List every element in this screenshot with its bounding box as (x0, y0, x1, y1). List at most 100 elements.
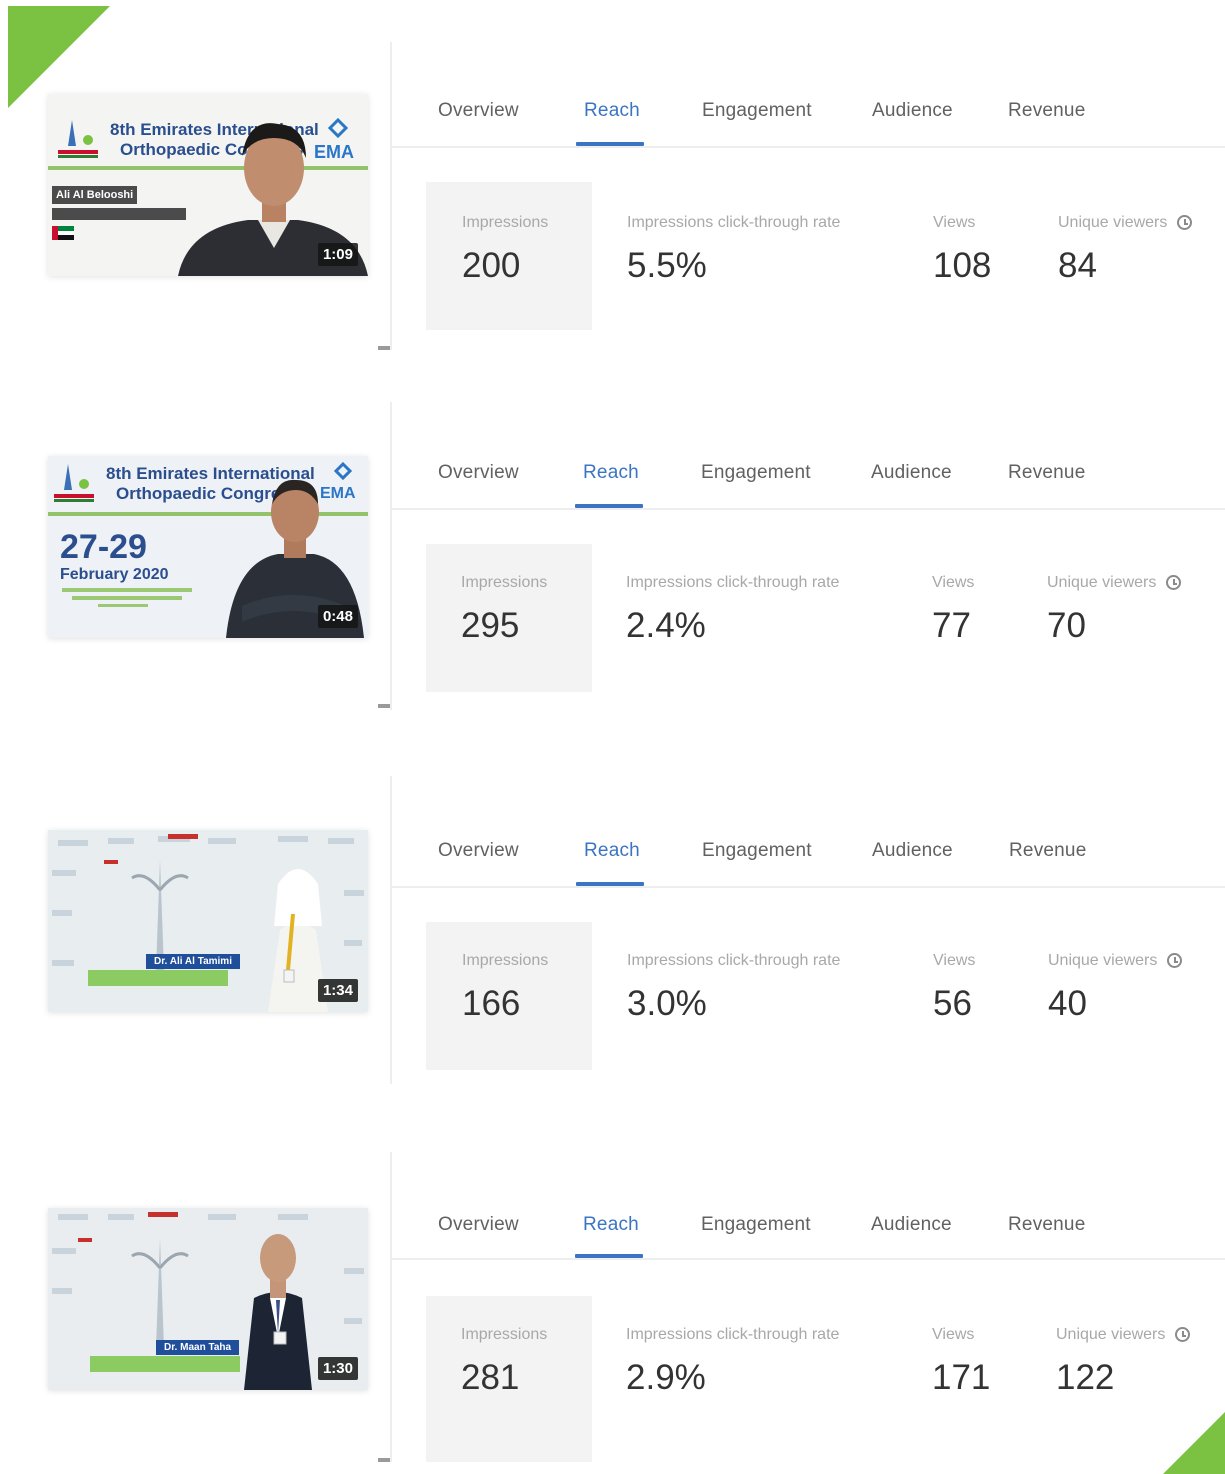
video-duration-badge: 0:48 (317, 605, 358, 628)
metric-value: 122 (1056, 1358, 1115, 1397)
metric-value: 2.9% (626, 1358, 706, 1397)
metric-label: Impressions click-through rate (626, 574, 840, 591)
metric-value: 200 (462, 246, 521, 285)
venue-line (72, 596, 182, 600)
metric-label: Impressions click-through rate (627, 214, 841, 231)
video-analytics-card: 8th Emirates International Orthopaedic C… (0, 0, 1225, 350)
event-dates: 27-29 (60, 528, 147, 566)
tab-engagement[interactable]: Engagement (702, 100, 812, 122)
video-thumbnail[interactable]: Dr. Ali Al Tamimi 1:34 (48, 830, 368, 1012)
tabs-divider (392, 508, 1225, 510)
metric-label: Impressions click-through rate (626, 1326, 840, 1343)
metric-label: Unique viewers (1047, 574, 1182, 592)
tab-overview[interactable]: Overview (438, 462, 519, 484)
metric-label: Impressions click-through rate (627, 952, 841, 969)
tab-engagement[interactable]: Engagement (701, 1214, 811, 1236)
tab-overview[interactable]: Overview (438, 1214, 519, 1236)
metric-value: 295 (461, 606, 520, 645)
speaker-role-tag (52, 208, 186, 220)
metric-value: 84 (1058, 246, 1097, 285)
event-month: February 2020 (60, 566, 169, 583)
tab-revenue[interactable]: Revenue (1008, 100, 1085, 122)
metric-value: 108 (933, 246, 992, 285)
metric-impressions[interactable]: Impressions 295 (461, 574, 547, 646)
clock-icon (1166, 575, 1182, 590)
vertical-divider (390, 42, 392, 350)
tab-revenue[interactable]: Revenue (1008, 462, 1085, 484)
lower-third-bar (88, 970, 228, 986)
speaker-name-tag: Dr. Maan Taha (156, 1340, 240, 1355)
vertical-divider (390, 1152, 392, 1462)
congress-logo-icon (54, 464, 94, 502)
tab-audience[interactable]: Audience (871, 1214, 952, 1236)
metric-views[interactable]: Views 56 (933, 952, 975, 1024)
tabs-divider (392, 146, 1225, 148)
metric-ctr[interactable]: Impressions click-through rate 3.0% (627, 952, 840, 1024)
scroll-indicator[interactable] (378, 704, 390, 708)
metric-label: Impressions (461, 1326, 548, 1343)
tab-audience[interactable]: Audience (872, 840, 953, 862)
video-duration-badge: 1:09 (317, 243, 358, 266)
tab-reach[interactable]: Reach (584, 100, 640, 122)
tab-reach[interactable]: Reach (583, 1214, 639, 1236)
metric-label: Views (933, 214, 976, 231)
video-thumbnail[interactable]: 8th Emirates International Orthopaedic C… (48, 456, 368, 638)
scroll-indicator[interactable] (378, 346, 390, 350)
metric-value: 281 (461, 1358, 520, 1397)
congress-logo-icon (58, 120, 98, 158)
metric-label: Unique viewers (1058, 214, 1193, 232)
tab-audience[interactable]: Audience (871, 462, 952, 484)
metric-value: 70 (1047, 606, 1086, 645)
scroll-indicator[interactable] (378, 1458, 390, 1462)
vertical-divider (390, 776, 392, 1084)
tab-revenue[interactable]: Revenue (1009, 840, 1086, 862)
tab-overview[interactable]: Overview (438, 840, 519, 862)
metric-label: Impressions (462, 214, 549, 231)
metric-unique-viewers[interactable]: Unique viewers 40 (1048, 952, 1183, 1024)
tab-engagement[interactable]: Engagement (701, 462, 811, 484)
metric-value: 2.4% (626, 606, 706, 645)
tabs-divider (392, 886, 1225, 888)
metric-unique-viewers[interactable]: Unique viewers 70 (1047, 574, 1182, 646)
speaker-name-tag: Ali Al Belooshi (52, 186, 138, 204)
metric-label: Impressions (462, 952, 549, 969)
tab-overview[interactable]: Overview (438, 100, 519, 122)
video-thumbnail[interactable]: Dr. Maan Taha 1:30 (48, 1208, 368, 1390)
metric-ctr[interactable]: Impressions click-through rate 2.9% (626, 1326, 839, 1398)
metric-value: 40 (1048, 984, 1087, 1023)
metric-views[interactable]: Views 171 (932, 1326, 990, 1398)
metric-views[interactable]: Views 77 (932, 574, 974, 646)
vertical-divider (390, 402, 392, 710)
video-analytics-card: Dr. Maan Taha 1:30 Overview Reach Engage… (0, 1112, 1225, 1462)
video-thumbnail[interactable]: 8th Emirates International Orthopaedic C… (48, 94, 368, 276)
metric-label: Unique viewers (1048, 952, 1183, 970)
metric-value: 171 (932, 1358, 991, 1397)
tab-reach[interactable]: Reach (583, 462, 639, 484)
metric-value: 77 (932, 606, 971, 645)
metric-ctr[interactable]: Impressions click-through rate 5.5% (627, 214, 840, 286)
metric-label: Views (932, 574, 975, 591)
metric-views[interactable]: Views 108 (933, 214, 991, 286)
video-duration-badge: 1:30 (317, 1357, 358, 1380)
clock-icon (1177, 215, 1193, 230)
metric-value: 166 (462, 984, 521, 1023)
tab-revenue[interactable]: Revenue (1008, 1214, 1085, 1236)
metric-unique-viewers[interactable]: Unique viewers 84 (1058, 214, 1193, 286)
metric-unique-viewers[interactable]: Unique viewers 122 (1056, 1326, 1191, 1398)
tab-audience[interactable]: Audience (872, 100, 953, 122)
tab-reach[interactable]: Reach (584, 840, 640, 862)
tab-engagement[interactable]: Engagement (702, 840, 812, 862)
metric-ctr[interactable]: Impressions click-through rate 2.4% (626, 574, 839, 646)
metric-impressions[interactable]: Impressions 166 (462, 952, 548, 1024)
speaker-name-tag: Dr. Ali Al Tamimi (146, 954, 240, 969)
video-analytics-card: Dr. Ali Al Tamimi 1:34 Overview Reach En… (0, 738, 1225, 1084)
video-duration-badge: 1:34 (317, 979, 358, 1002)
metric-impressions[interactable]: Impressions 281 (461, 1326, 547, 1398)
uae-flag-icon (52, 226, 74, 240)
metric-value: 5.5% (627, 246, 707, 285)
video-analytics-card: 8th Emirates International Orthopaedic C… (0, 360, 1225, 710)
metric-value: 56 (933, 984, 972, 1023)
metric-impressions[interactable]: Impressions 200 (462, 214, 548, 286)
venue-line (98, 604, 148, 607)
metric-label: Views (932, 1326, 975, 1343)
